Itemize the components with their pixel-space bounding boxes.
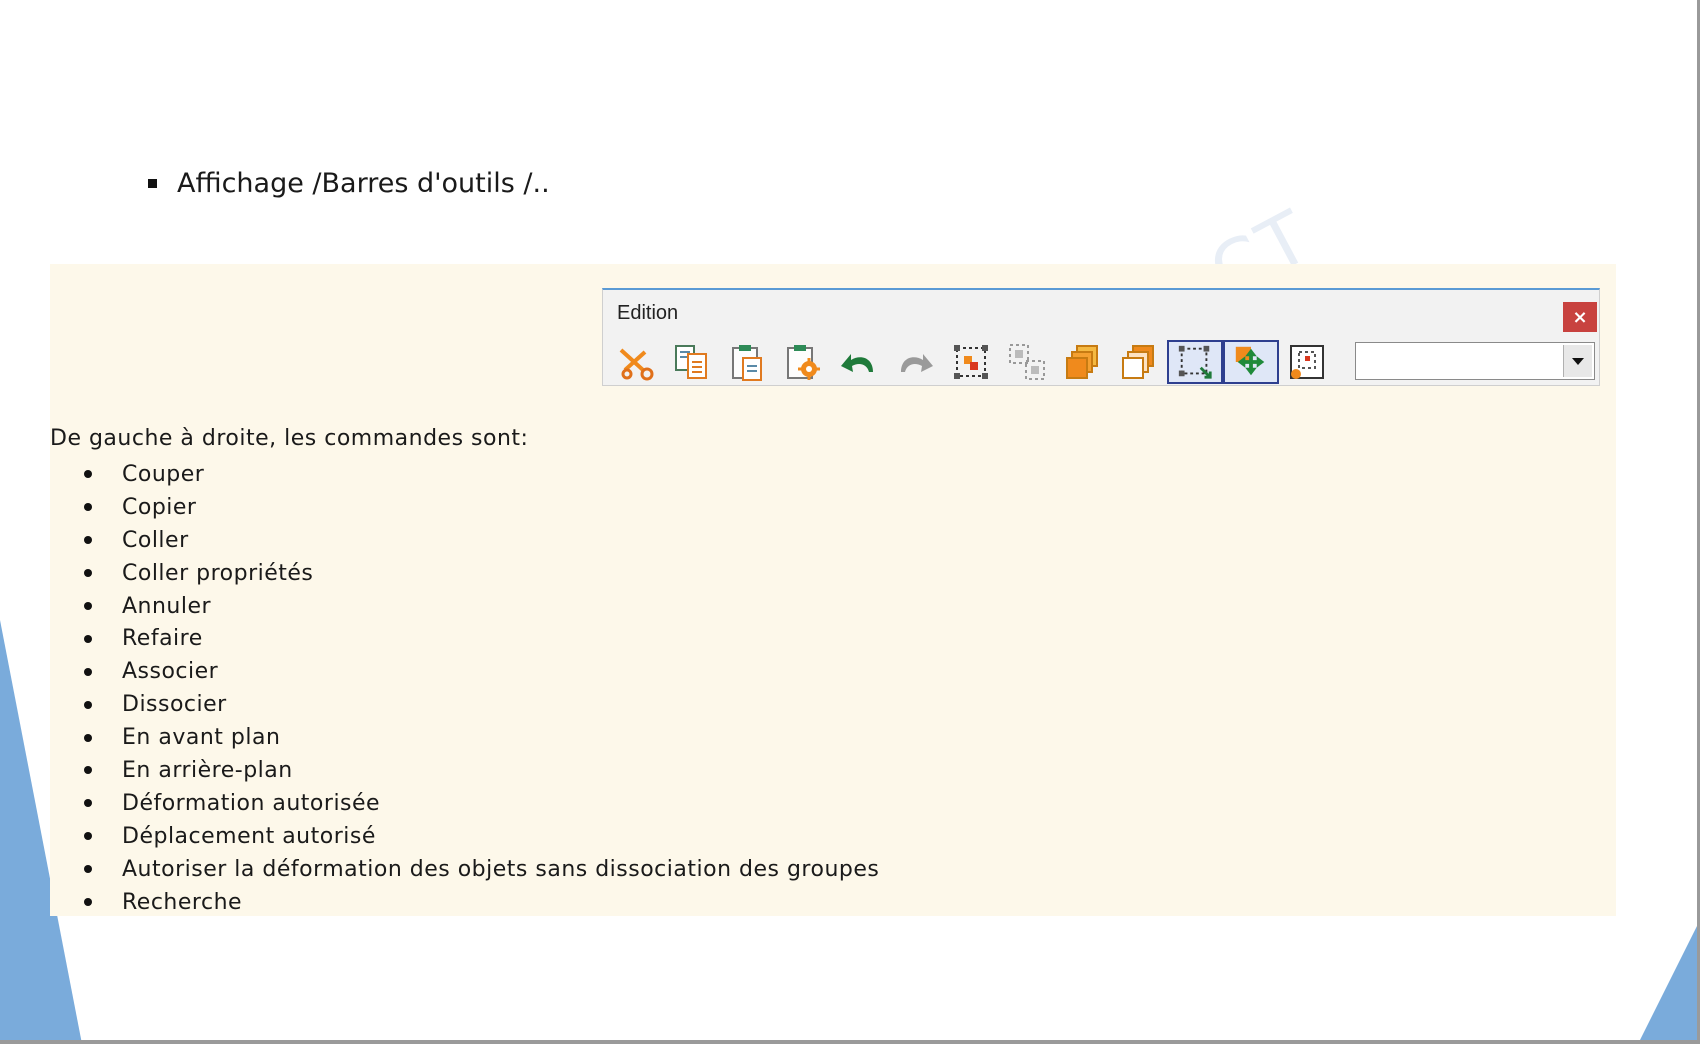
bullet-icon [84,832,92,841]
list-item-label: Déformation autorisée [122,790,381,816]
bullet-icon [84,766,92,775]
close-button[interactable]: × [1563,302,1597,332]
list-item: Coller propriétés [84,557,879,590]
list-item: Recherche [84,886,879,919]
list-item: Annuler [84,590,879,623]
search-combo-box[interactable] [1355,342,1595,380]
toolbar-title: Edition [617,302,679,324]
allow-deformation-icon[interactable] [1167,340,1223,384]
bullet-icon [84,634,92,643]
send-to-back-icon[interactable] [1111,340,1167,384]
list-item: Déformation autorisée [84,787,879,820]
edition-toolbar-window: Edition × [602,288,1600,386]
list-item: En arrière-plan [84,754,879,787]
list-item-label: Associer [122,659,219,685]
bring-to-front-icon[interactable] [1055,340,1111,384]
list-item-label: Annuler [122,593,212,619]
list-item: Autoriser la déformation des objets sans… [84,853,879,886]
bullet-icon [84,898,92,907]
list-item: Dissocier [84,688,879,721]
list-item-label: Dissocier [122,692,227,718]
bullet-icon [84,733,92,742]
undo-icon[interactable] [831,340,887,384]
slide-bottom-edge [0,1040,1700,1044]
commands-intro: De gauche à droite, les commandes sont: [50,426,529,451]
copy-icon[interactable] [663,340,719,384]
ungroup-icon[interactable] [999,340,1055,384]
list-item: En avant plan [84,721,879,754]
group-icon[interactable] [943,340,999,384]
list-item-label: Couper [122,461,205,487]
bullet-icon [84,602,92,610]
square-bullet-icon [148,179,157,188]
bullet-icon [84,667,92,676]
chevron-down-icon[interactable] [1563,345,1592,377]
paste-icon[interactable] [719,340,775,384]
toolbar-icons [607,340,1335,384]
list-item-label: Autoriser la déformation des objets sans… [122,856,880,882]
list-item-label: Déplacement autorisé [122,823,376,849]
list-item-label: En arrière-plan [122,757,293,783]
list-item-label: Copier [122,494,197,520]
bullet-icon [84,503,92,512]
slide-bullet-text: Affichage /Barres d'outils /.. [177,168,550,199]
bullet-icon [84,799,92,808]
list-item-label: Recherche [122,889,243,915]
bullet-icon [84,470,92,479]
list-item-label: Coller propriétés [122,560,314,586]
list-item-label: Refaire [122,626,203,652]
allow-move-icon[interactable] [1223,340,1279,384]
bullet-icon [84,536,92,545]
cut-icon[interactable] [607,340,663,384]
list-item: Copier [84,491,879,524]
bullet-icon [84,865,92,874]
list-item-label: Coller [122,527,189,553]
slide-bullet: Affichage /Barres d'outils /.. [148,168,550,199]
list-item-label: En avant plan [122,725,281,751]
redo-icon[interactable] [887,340,943,384]
bullet-icon [84,569,92,578]
deform-without-ungroup-icon[interactable] [1279,340,1335,384]
list-item: Refaire [84,622,879,655]
list-item: Associer [84,655,879,688]
paste-properties-icon[interactable] [775,340,831,384]
list-item: Couper [84,458,879,491]
list-item: Déplacement autorisé [84,820,879,853]
bullet-icon [84,700,92,709]
commands-list: Couper Copier Coller Coller propriétés A… [84,458,879,918]
list-item: Coller [84,524,879,557]
